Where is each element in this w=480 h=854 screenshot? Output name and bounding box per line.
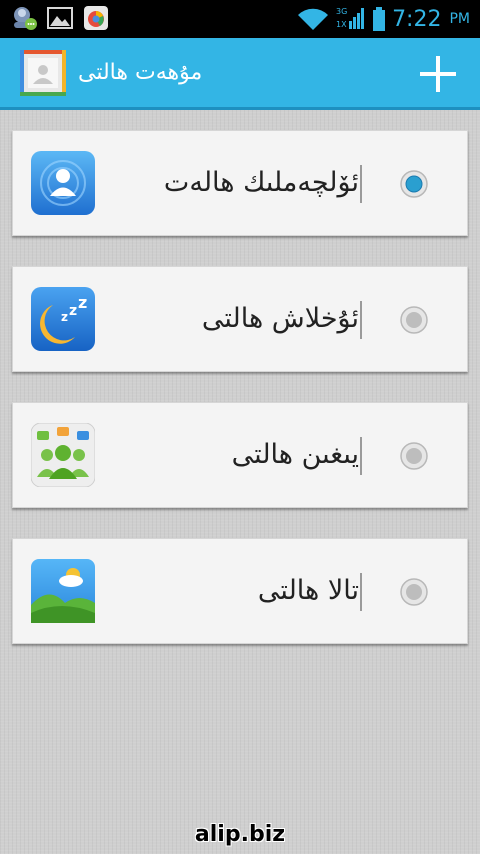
status-bar: 3G 1X 7:22 PM: [0, 0, 480, 38]
sleep-moon-icon: z z z: [31, 287, 95, 351]
profile-item-sleep[interactable]: z z z ئۇخلاش ھالتى: [12, 266, 468, 372]
landscape-weather-icon: [31, 559, 95, 623]
clock-time: 7:22: [392, 6, 442, 32]
radio-unselected-icon[interactable]: [399, 441, 429, 471]
svg-text:z: z: [61, 310, 68, 324]
battery-icon: [373, 7, 386, 31]
add-profile-button[interactable]: [416, 52, 460, 96]
radio-unselected-icon[interactable]: [399, 577, 429, 607]
separator: [360, 437, 362, 475]
profile-item-meeting[interactable]: يىغىن ھالتى: [12, 402, 468, 508]
separator: [360, 165, 362, 203]
profile-label: ئۆلچەملىك ھالەت: [163, 167, 359, 198]
network-type-bottom: 1X: [336, 20, 347, 29]
svg-text:z: z: [69, 303, 77, 319]
person-icon: [31, 151, 95, 215]
profile-label: ئۇخلاش ھالتى: [201, 303, 359, 334]
network-type-top: 3G: [336, 7, 347, 16]
meeting-people-icon: [31, 423, 95, 487]
separator: [360, 573, 362, 611]
profile-label: تالا ھالتى: [257, 575, 359, 606]
signal-icon: 3G 1X: [336, 7, 365, 29]
profile-label: يىغىن ھالتى: [231, 439, 359, 470]
gallery-notification-icon: [47, 7, 73, 29]
wifi-icon: [298, 8, 329, 30]
watermark: alip.biz: [194, 822, 286, 847]
radio-unselected-icon[interactable]: [399, 305, 429, 335]
notification-icons: [10, 4, 110, 32]
radio-selected-icon[interactable]: [399, 169, 429, 199]
profile-item-standard[interactable]: ئۆلچەملىك ھالەت: [12, 130, 468, 236]
svg-text:z: z: [78, 293, 87, 312]
system-status: 3G 1X 7:22 PM: [296, 0, 470, 38]
page-title: مۇھەت ھالتى: [78, 60, 203, 85]
clock-ampm: PM: [449, 11, 470, 27]
contacts-app-icon[interactable]: [20, 50, 66, 96]
profile-item-outdoor[interactable]: تالا ھالتى: [12, 538, 468, 644]
action-bar: مۇھەت ھالتى: [0, 38, 480, 110]
separator: [360, 301, 362, 339]
app-notification-icon: [84, 6, 108, 30]
chat-notification-icon: [14, 7, 37, 30]
